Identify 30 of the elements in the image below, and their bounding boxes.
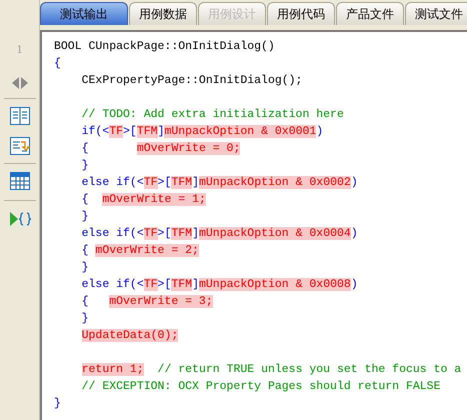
code-line: else if(<TF>[TFM]mUnpackOption & 0x0008): [80, 277, 358, 293]
code-line: // TODO: Add extra initialization here: [80, 107, 344, 123]
code-line: return 1; // return TRUE unless you set the focus to a: [80, 362, 462, 378]
code-line: }: [80, 260, 89, 276]
table-icon[interactable]: [10, 172, 30, 190]
code-line: BOOL CUnpackPage::OnInitDialog(): [54, 39, 275, 55]
code-line: }: [54, 396, 61, 412]
tab[interactable]: 用例数据: [129, 2, 197, 25]
code-line: }: [80, 158, 89, 174]
code-line: { mOverWrite = 2;: [80, 243, 199, 259]
tab[interactable]: 用例代码: [267, 2, 335, 25]
code-line: if(<TF>[TFM]mUnpackOption & 0x0001): [80, 124, 324, 140]
tab[interactable]: 测试文件: [405, 2, 467, 25]
code-line: }: [80, 311, 89, 327]
tab[interactable]: 产品文件: [336, 2, 404, 25]
code-line: { mOverWrite = 3;: [80, 294, 213, 310]
code-line: // EXCEPTION: OCX Property Pages should return FALSE: [80, 379, 440, 395]
two-column-document-icon[interactable]: [10, 107, 30, 125]
code-line: }: [80, 209, 89, 225]
split-arrows-icon[interactable]: [10, 76, 28, 90]
code-editor[interactable]: [40, 30, 467, 420]
code-line: { mOverWrite = 0;: [80, 141, 240, 157]
code-line: else if(<TF>[TFM]mUnpackOption & 0x0002): [80, 175, 358, 191]
line-number: 1: [16, 41, 22, 58]
code-line: CExPropertyPage::OnInitDialog();: [80, 73, 302, 89]
code-line: { mOverWrite = 1;: [80, 192, 206, 208]
play-braces-icon[interactable]: [8, 211, 30, 227]
code-line: {: [54, 56, 61, 72]
code-line: else if(<TF>[TFM]mUnpackOption & 0x0004): [80, 226, 358, 242]
tab[interactable]: 测试输出: [40, 2, 128, 25]
